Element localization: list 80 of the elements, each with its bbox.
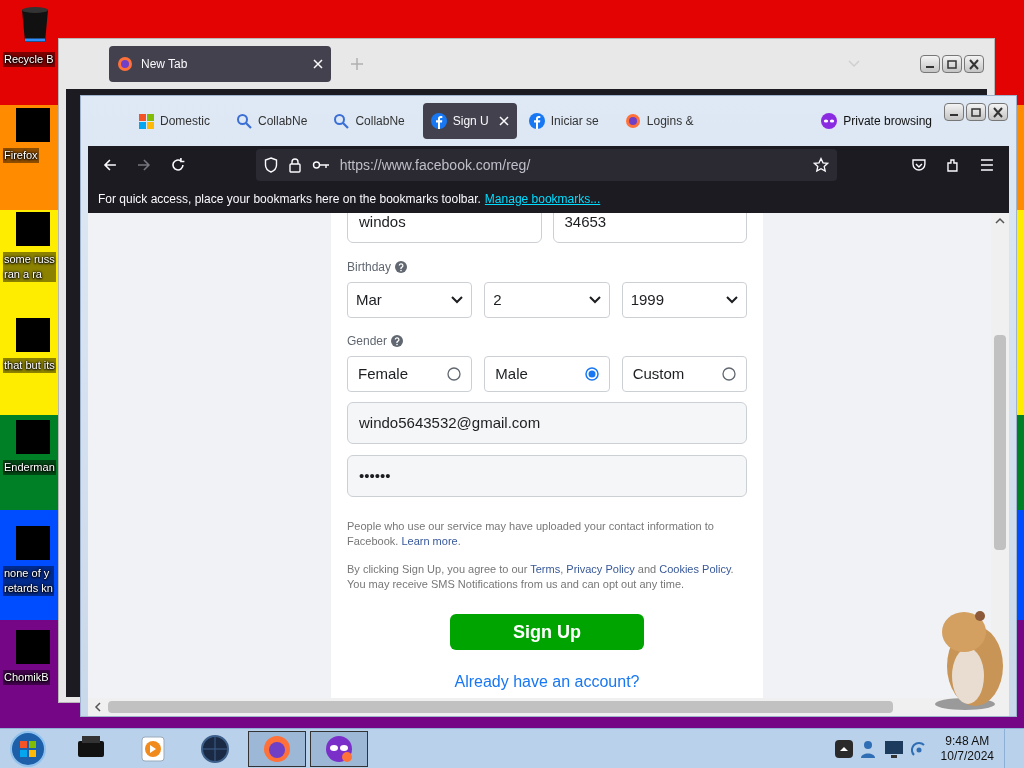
text-link[interactable]: Cookies Policy — [659, 563, 731, 575]
search-icon — [236, 113, 252, 129]
browser-tab[interactable]: CollabNe — [325, 103, 419, 139]
browser-tab[interactable]: Domestic — [131, 103, 224, 139]
help-icon[interactable] — [395, 261, 408, 273]
browser-tab[interactable]: CollabNe — [228, 103, 322, 139]
person-icon[interactable] — [858, 738, 877, 759]
clock-date[interactable]: 10/7/2024 — [940, 748, 994, 764]
field-label: Birthday — [347, 259, 392, 276]
login-link[interactable]: Already have an account? — [454, 670, 640, 694]
forward-icon[interactable] — [135, 157, 152, 173]
text-link[interactable]: Learn more — [401, 535, 458, 547]
address-bar[interactable]: https://www.facebook.com/reg/ — [255, 149, 838, 181]
close-tab-icon[interactable] — [498, 116, 509, 126]
back-icon[interactable] — [102, 157, 118, 173]
gender-option[interactable]: Female — [347, 356, 473, 392]
firefox-icon — [117, 56, 133, 72]
chevron-down-icon — [451, 296, 464, 304]
clock-time[interactable]: 9:48 AM — [945, 733, 990, 749]
last-name-field[interactable]: 34653 — [552, 213, 747, 243]
firefox-icon — [624, 113, 641, 129]
monitor-icon[interactable] — [882, 738, 905, 759]
taskbar-button[interactable] — [310, 730, 368, 767]
desktop-icon-label[interactable]: some russ ran a ra — [3, 252, 56, 282]
radio-button[interactable] — [447, 367, 462, 381]
birthday-select[interactable]: 2 — [484, 282, 610, 318]
radio-button[interactable] — [722, 367, 736, 381]
shield-icon[interactable] — [263, 157, 278, 173]
help-icon[interactable] — [391, 335, 404, 347]
url-text: https://www.facebook.com/reg/ — [339, 155, 531, 175]
scrollbar-thumb[interactable] — [108, 701, 893, 713]
first-name-field[interactable]: windos — [347, 213, 542, 243]
contact-notice: People who use our service may have uploaded your contact information to Facebook. Learn more. — [347, 519, 715, 549]
scrollbar-thumb[interactable] — [994, 335, 1006, 550]
lock-icon[interactable] — [287, 157, 302, 173]
desktop-icon-label[interactable]: Recycle B — [3, 52, 55, 67]
mask-icon — [821, 113, 838, 129]
start-button-icon[interactable] — [8, 729, 48, 768]
windows-logo-icon — [139, 113, 154, 129]
bookmarks-message: For quick access, place your bookmarks here on the bookmarks toolbar. — [98, 190, 481, 208]
facebook-logo-icon — [528, 113, 545, 129]
browser-tab[interactable]: Sign U — [422, 103, 517, 139]
pocket-icon[interactable] — [911, 157, 928, 173]
facebook-logo-icon — [430, 113, 447, 129]
scroll-up-icon[interactable] — [995, 217, 1005, 225]
reload-icon[interactable] — [169, 157, 186, 173]
chevron-down-icon — [726, 296, 738, 304]
field-label: Gender — [347, 333, 388, 350]
radio-button[interactable] — [584, 367, 599, 381]
password-field[interactable]: •••••• — [347, 455, 747, 497]
desktop-icon-label[interactable]: that but its — [3, 358, 56, 373]
terms-notice: By clicking Sign Up, you agree to our Terms, Privacy Policy and Cookies Policy. You may receive SMS Notifications from us and can opt out any time. — [347, 562, 735, 592]
menu-icon[interactable] — [979, 158, 995, 172]
text-link[interactable]: Privacy Policy — [566, 563, 635, 575]
desktop-icon-label[interactable]: none of y retards kn — [3, 566, 54, 596]
key-icon[interactable] — [311, 159, 330, 171]
scroll-left-icon[interactable] — [94, 702, 102, 712]
up-arrow-icon[interactable] — [838, 745, 849, 752]
browser-tab[interactable]: New Tab — [109, 46, 331, 82]
chevron-down-icon — [588, 296, 601, 304]
gender-option[interactable]: Custom — [621, 356, 747, 392]
search-icon — [333, 113, 350, 129]
browser-tab[interactable]: Iniciar se — [520, 103, 613, 139]
private-browsing-label: Private browsing — [843, 113, 932, 130]
birthday-select[interactable]: Mar — [347, 282, 473, 318]
email-field[interactable]: windo5643532@gmail.com — [347, 402, 747, 444]
birthday-select[interactable]: 1999 — [621, 282, 747, 318]
manage-bookmarks-link[interactable]: Manage bookmarks... — [484, 189, 601, 208]
vertical-scrollbar[interactable] — [991, 213, 1009, 698]
browser-tab[interactable]: Logins & — [616, 103, 708, 139]
horizontal-scrollbar[interactable] — [88, 698, 1009, 716]
desktop-icon-label[interactable]: Enderman — [3, 460, 56, 475]
gender-option[interactable]: Male — [484, 356, 610, 392]
taskbar-button[interactable] — [248, 730, 306, 767]
desktop-icon-label[interactable]: Firefox — [3, 148, 39, 163]
desktop-icon-label[interactable]: ChomikB — [3, 670, 50, 685]
close-tab-icon[interactable] — [313, 59, 323, 69]
star-icon[interactable] — [813, 157, 830, 173]
tray-expand-button[interactable] — [834, 739, 853, 758]
network-icon[interactable] — [910, 739, 927, 758]
